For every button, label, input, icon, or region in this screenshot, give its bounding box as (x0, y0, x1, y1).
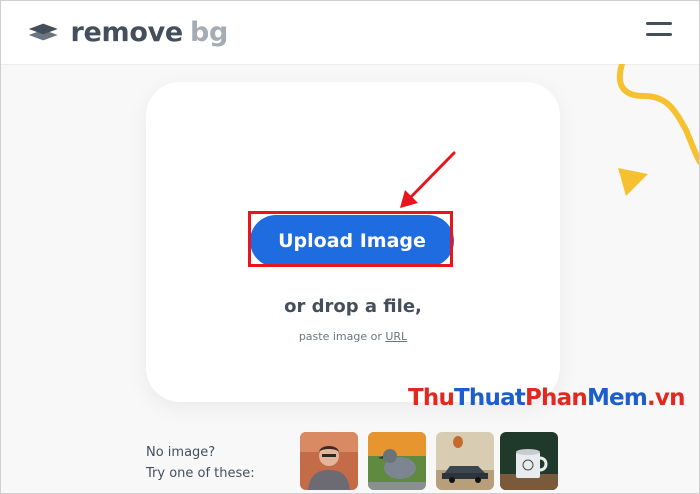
logo-text-remove: remove (70, 16, 184, 48)
sample-line-1: No image? (146, 445, 216, 460)
sample-thumbnail-mug[interactable] (500, 432, 558, 490)
pointer-arrow-icon (400, 151, 456, 208)
paste-text: paste image or (298, 330, 382, 343)
car-photo-icon (436, 432, 494, 490)
sample-line-2: Try one of these: (146, 466, 255, 481)
watermark-part: .vn (647, 385, 686, 411)
paste-hint: paste image or URL (146, 330, 560, 343)
top-header: remove bg (0, 0, 700, 65)
hamburger-menu-icon[interactable] (646, 20, 674, 42)
watermark-part: Phan (525, 385, 588, 411)
decorative-shapes (616, 64, 700, 196)
sample-prompt: No image? Try one of these: (146, 442, 255, 484)
watermark-part: Thu (408, 385, 455, 411)
drop-file-text: or drop a file, (284, 296, 422, 317)
mug-photo-icon (500, 432, 558, 490)
watermark-text: ThuThuatPhanMem.vn (408, 385, 686, 411)
sample-thumbnail-car[interactable] (436, 432, 494, 490)
watermark-part: Mem (586, 385, 648, 411)
person-photo-icon (300, 432, 358, 490)
layers-logo-icon (28, 23, 58, 41)
logo-text-bg: bg (189, 16, 228, 48)
upload-image-button[interactable]: Upload Image (250, 215, 454, 267)
sample-thumbnail-person[interactable] (300, 432, 358, 490)
watermark-part: Thuat (454, 385, 526, 411)
removebg-logo[interactable]: remove bg (28, 14, 228, 50)
sample-thumbnail-pigeon[interactable] (368, 432, 426, 490)
pigeon-photo-icon (368, 432, 426, 490)
url-link[interactable]: URL (385, 330, 407, 343)
